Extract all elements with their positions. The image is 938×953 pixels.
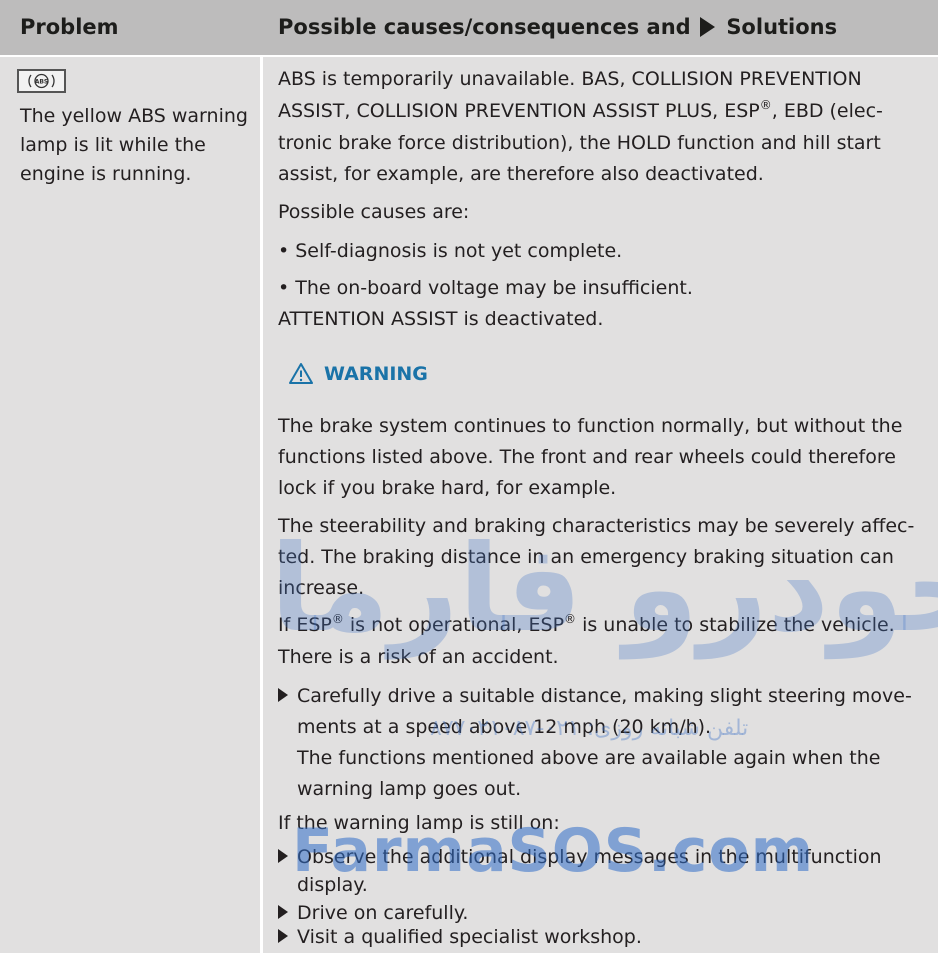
text-line: If the warning lamp is still on: [278, 812, 560, 834]
text-line: The steerability and braking characteris… [278, 515, 915, 537]
text-line: ABS is temporarily unavailable. BAS, COL… [278, 68, 862, 90]
problem-line: The yellow ABS warning [20, 105, 248, 127]
action-step: Visit a qualified specialist workshop. [278, 926, 642, 948]
text-line: ATTENTION ASSIST is deactivated. [278, 308, 604, 330]
table-header: Problem Possible causes/consequences and… [0, 0, 938, 55]
text-line: If ESP® is not operational, ESP® is unab… [278, 612, 895, 636]
text-line: increase. [278, 577, 365, 599]
header-solutions-label-2: Solutions [726, 15, 838, 39]
list-item: • The on-board voltage may be insufficie… [278, 277, 693, 299]
arrow-right-icon [278, 929, 288, 943]
problem-line: engine is running. [20, 163, 192, 185]
text-line: assist, for example, are therefore also … [278, 163, 764, 185]
svg-text:ABS: ABS [35, 79, 49, 86]
warning-triangle-icon [289, 363, 313, 384]
header-solutions-label: Possible causes/consequences and [278, 15, 691, 39]
text-line: The functions mentioned above are availa… [297, 747, 881, 769]
text-line: ments at a speed above 12 mph (20 km/h). [297, 716, 712, 738]
action-step: Observe the additional display messages … [278, 846, 882, 868]
text-line: The brake system continues to function n… [278, 415, 903, 437]
header-solutions: Possible causes/consequences and Solutio… [278, 0, 837, 55]
abs-warning-lamp-icon: ABS [17, 69, 66, 93]
arrow-right-icon [278, 905, 288, 919]
text-line: There is a risk of an accident. [278, 646, 559, 668]
arrow-right-icon [700, 17, 715, 37]
list-item: • Self-diagnosis is not yet complete. [278, 240, 623, 262]
problem-description: The yellow ABS warning lamp is lit while… [20, 102, 256, 189]
text-line: ted. The braking distance in an emergenc… [278, 546, 894, 568]
action-step: Drive on carefully. [278, 902, 468, 924]
text-line: display. [297, 874, 368, 896]
text-line: lock if you brake hard, for example. [278, 477, 617, 499]
header-problem: Problem [20, 15, 119, 39]
arrow-right-icon [278, 849, 288, 863]
warning-title: WARNING [288, 362, 428, 385]
text-line: functions listed above. The front and re… [278, 446, 896, 468]
action-step: Carefully drive a suitable distance, mak… [278, 685, 912, 707]
text-line: Possible causes are: [278, 201, 470, 223]
arrow-right-icon [278, 688, 288, 702]
text-line: tronic brake force distribution), the HO… [278, 132, 881, 154]
text-line: warning lamp goes out. [297, 778, 522, 800]
problem-line: lamp is lit while the [20, 134, 206, 156]
troubleshooting-table: Problem Possible causes/consequences and… [0, 0, 938, 953]
text-line: ASSIST, COLLISION PREVENTION ASSIST PLUS… [278, 98, 883, 122]
problem-column [0, 57, 260, 953]
